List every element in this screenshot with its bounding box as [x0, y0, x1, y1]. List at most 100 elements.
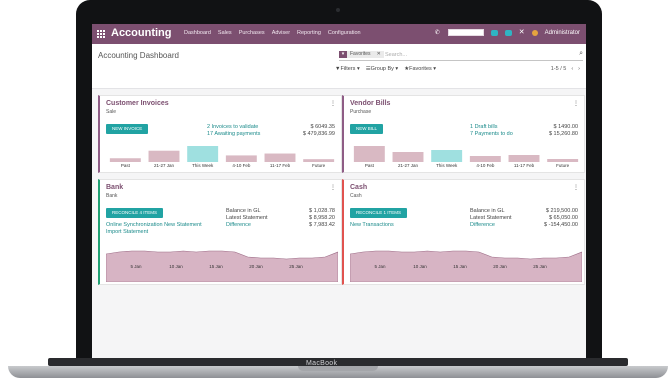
close-icon[interactable]: ✕ [519, 29, 525, 36]
chart-x-label: 11-17 Feb [269, 163, 291, 168]
import-statement-link[interactable]: Import Statement [106, 229, 148, 235]
phone-icon[interactable]: ✆ [435, 30, 441, 36]
funnel-icon: ▾ [339, 51, 347, 58]
user-name[interactable]: Administrator [545, 30, 580, 36]
reconcile-button[interactable]: RECONCILE 1 ITEMS [350, 208, 408, 218]
journal-type: Sale [106, 109, 117, 115]
search-icon[interactable]: ⌕ [579, 50, 583, 58]
menu-purchases[interactable]: Purchases [239, 30, 265, 36]
online-sync-link[interactable]: Online Synchronization New Statement [106, 222, 202, 228]
bar-chart-svg [353, 146, 579, 162]
difference-label[interactable]: Difference [470, 222, 495, 228]
search-bar[interactable]: ▾ Favorites ✕ Search... ⌕ [339, 50, 583, 61]
chart-bar[interactable] [392, 152, 424, 162]
journal-type: Purchase [350, 109, 372, 115]
chart-bar[interactable] [303, 159, 335, 162]
laptop-lid: Accounting Dashboard Sales Purchases Adv… [76, 0, 602, 366]
balance-gl-value: $ 219,500.00 [545, 208, 578, 214]
new-transactions-link[interactable]: New Transactions [350, 222, 394, 228]
latest-statement-label: Latest Statement [470, 215, 512, 221]
groupby-dropdown[interactable]: ☰Group By ▾ [366, 66, 398, 72]
facet-remove-icon[interactable]: ✕ [373, 51, 384, 58]
hinge [48, 358, 628, 366]
apps-grid-icon[interactable] [97, 30, 105, 38]
avatar[interactable] [531, 29, 538, 36]
chart-x-label: 5 Jan [130, 264, 142, 269]
chart-x-label: 5 Jan [374, 264, 386, 269]
menu-adviser[interactable]: Adviser [272, 30, 290, 36]
journal-title[interactable]: Cash [350, 184, 367, 191]
systray: ✆ ✕ Administrator [435, 29, 580, 36]
chart-x-label: 15 Jan [209, 264, 223, 269]
chart-x-label: 4-10 Feb [476, 163, 495, 168]
menu-dashboard[interactable]: Dashboard [184, 30, 211, 36]
invoice-bar-chart: Past 21-27 Jan This Week 4-10 Feb 11-17 Feb F… [106, 144, 338, 170]
kebab-menu-icon[interactable]: ⋮ [573, 100, 579, 107]
invoices-to-validate-link[interactable]: 2 Invoices to validate [207, 124, 258, 130]
line-chart-svg [349, 250, 583, 283]
chart-x-label: 21-27 Jan [397, 163, 419, 168]
chart-x-label: 20 Jan [249, 264, 263, 269]
favorites-dropdown[interactable]: ★Favorites ▾ [404, 66, 436, 72]
pager-value[interactable]: 1-5 / 5 [551, 66, 567, 72]
reconcile-button[interactable]: RECONCILE 4 ITEMS [106, 208, 164, 218]
chart-bar[interactable] [353, 146, 385, 162]
balance-gl-value: $ 1,028.78 [309, 208, 335, 214]
journal-card-customer-invoices: Customer Invoices Sale ⋮ NEW INVOICE 2 I… [98, 95, 342, 173]
bar-chart-svg [109, 146, 335, 162]
chart-bar[interactable] [109, 158, 141, 162]
chart-x-label: Past [364, 163, 374, 168]
chart-x-label: 11-17 Feb [513, 163, 535, 168]
search-input[interactable]: Search... [385, 52, 407, 58]
next-page-icon[interactable]: › [578, 66, 580, 72]
chart-x-label: This Week [436, 163, 458, 168]
chart-x-label: Past [120, 163, 130, 168]
chart-x-label: 4-10 Feb [232, 163, 251, 168]
main-menu: Dashboard Sales Purchases Adviser Report… [184, 30, 361, 36]
journal-title[interactable]: Vendor Bills [350, 100, 390, 107]
prev-page-icon[interactable]: ‹ [571, 66, 573, 72]
draft-bills-link[interactable]: 1 Draft bills [470, 124, 498, 130]
chart-bar[interactable] [547, 159, 579, 162]
bank-line-chart: 5 Jan 10 Jan 15 Jan 20 Jan 25 Jan [105, 242, 339, 283]
chart-x-label: 15 Jan [453, 264, 467, 269]
screen: Accounting Dashboard Sales Purchases Adv… [92, 24, 586, 360]
facet-value: Favorites [347, 51, 374, 58]
latest-statement-label: Latest Statement [226, 215, 268, 221]
kebab-menu-icon[interactable]: ⋮ [330, 184, 336, 191]
kebab-menu-icon[interactable]: ⋮ [330, 100, 336, 107]
chart-x-label: 25 Jan [289, 264, 303, 269]
menu-sales[interactable]: Sales [218, 30, 232, 36]
difference-label[interactable]: Difference [226, 222, 251, 228]
awaiting-payments-link[interactable]: 17 Awaiting payments [207, 131, 260, 137]
chart-bar[interactable] [264, 153, 296, 162]
status-field[interactable] [447, 29, 484, 36]
new-bill-button[interactable]: NEW BILL [350, 124, 384, 134]
search-facet[interactable]: ▾ Favorites ✕ [339, 51, 384, 58]
amount-draft-bills: $ 1490.00 [553, 124, 578, 130]
menu-configuration[interactable]: Configuration [328, 30, 361, 36]
journal-title[interactable]: Bank [106, 184, 123, 191]
difference-value: $ 7,983.42 [309, 222, 335, 228]
chart-bar[interactable] [508, 155, 540, 162]
chart-bar[interactable] [225, 155, 257, 162]
new-invoice-button[interactable]: NEW INVOICE [106, 124, 149, 134]
chat-icon[interactable] [490, 29, 498, 36]
chart-bar[interactable] [187, 146, 219, 162]
chart-x-label: 10 Jan [413, 264, 427, 269]
chart-x-label: This Week [192, 163, 214, 168]
messages-icon[interactable] [504, 29, 512, 36]
line-chart-svg [105, 250, 339, 283]
chart-x-label: 10 Jan [169, 264, 183, 269]
filters-dropdown[interactable]: ▼Filters ▾ [335, 66, 360, 72]
journal-card-vendor-bills: Vendor Bills Purchase ⋮ NEW BILL 1 Draft… [342, 95, 585, 173]
journal-card-cash: Cash Cash ⋮ RECONCILE 1 ITEMS New Transa… [342, 179, 585, 285]
chart-bar[interactable] [469, 156, 501, 162]
journal-title[interactable]: Customer Invoices [106, 100, 169, 107]
journal-card-bank: Bank Bank ⋮ RECONCILE 4 ITEMS Online Syn… [98, 179, 342, 285]
chart-bar[interactable] [148, 150, 180, 162]
payments-to-do-link[interactable]: 7 Payments to do [470, 131, 513, 137]
kebab-menu-icon[interactable]: ⋮ [573, 184, 579, 191]
chart-bar[interactable] [431, 150, 463, 162]
menu-reporting[interactable]: Reporting [297, 30, 321, 36]
